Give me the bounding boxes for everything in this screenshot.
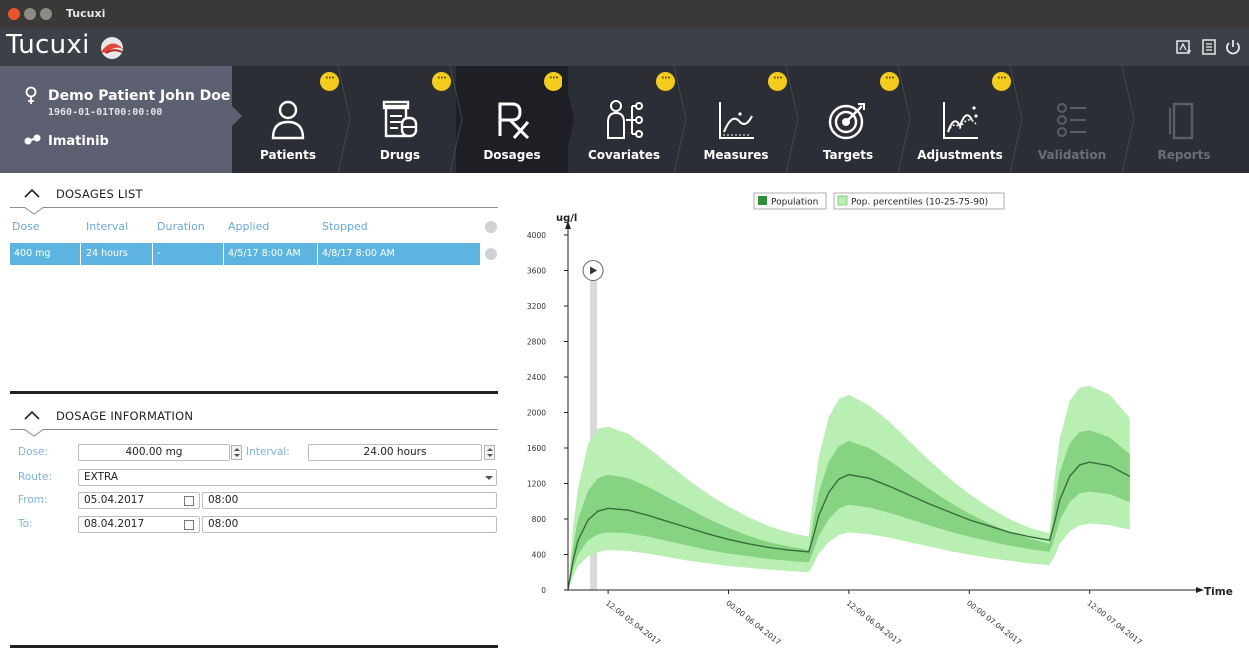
from-date-input[interactable]: 05.04.2017 [78,492,200,509]
from-label: From: [18,494,48,506]
interval-spinner[interactable] [484,445,495,460]
column-interval[interactable]: Interval [86,220,128,233]
legend-swatch-percentiles [837,195,848,206]
route-label: Route: [18,471,53,483]
y-tick-label: 400 [532,551,547,560]
y-tick-label: 2400 [527,373,546,382]
legend-label-percentiles: Pop. percentiles (10-25-75-90) [851,198,988,208]
x-tick-label: 00:00 07.04.2017 [965,598,1023,646]
y-tick-label: 0 [541,586,546,595]
chart-legend: Population Pop. percentiles (10-25-75-90… [753,192,1005,210]
cell-dose: 400 mg [14,248,51,259]
x-tick-label: 12:00 06.04.2017 [845,598,903,646]
to-time-input[interactable]: 08:00 [202,516,497,533]
y-tick-label: 1200 [527,480,546,489]
cell-stopped: 4/8/17 8:00 AM [322,248,395,259]
app-logo-text: Tucuxi [6,30,90,60]
dosages-list-header[interactable]: DOSAGES LIST [10,180,498,215]
collapse-caret-icon[interactable] [24,410,40,420]
x-tick-label: 12:00 07.04.2017 [1085,598,1143,646]
report-icon[interactable] [1175,38,1193,56]
dosage-information-header[interactable]: DOSAGE INFORMATION [10,402,498,437]
close-window-button[interactable] [8,8,20,20]
column-duration[interactable]: Duration [157,220,205,233]
y-tick-label: 3200 [527,302,546,311]
clear-all-icon[interactable] [485,221,497,233]
section-notch [24,207,44,215]
window-titlebar: Tucuxi [0,0,1249,28]
app-header: Tucuxi [0,28,1249,66]
tucuxi-window: Tucuxi Tucuxi Demo Patient John Doe 1960… [0,0,1249,653]
column-stopped[interactable]: Stopped [322,220,368,233]
concentration-chart[interactable]: Population Pop. percentiles (10-25-75-90… [510,185,1240,650]
section-divider [10,645,498,648]
y-tick-label: 4000 [527,231,546,240]
cell-duration: - [157,248,161,259]
chevron-down-icon[interactable] [485,476,493,481]
section-underline [10,207,498,208]
dose-label: Dose: [18,446,48,458]
cell-interval: 24 hours [86,248,128,259]
y-tick-label: 2000 [527,409,546,418]
calendar-icon[interactable] [184,496,194,506]
x-tick-label: 00:00 06.04.2017 [724,598,782,646]
cell-applied: 4/5/17 8:00 AM [228,248,301,259]
legend-swatch-population [758,196,767,205]
minimize-window-button[interactable] [24,8,36,20]
collapse-caret-icon[interactable] [24,188,40,198]
calendar-icon[interactable] [184,520,194,530]
y-tick-label: 800 [532,515,547,524]
x-tick-label: 12:00 05.04.2017 [604,598,662,646]
interval-label: Interval: [246,446,290,458]
section-notch [24,429,44,437]
cell-divider [80,243,81,265]
x-axis-label: Time [1204,586,1233,598]
tab-separators [337,66,1135,173]
power-icon[interactable] [1224,38,1242,56]
cell-divider [223,243,224,265]
legend-label-population: Population [771,198,818,208]
navigation-strip: Demo Patient John Doe 1960-01-01T00:00:0… [0,66,1249,173]
maximize-window-button[interactable] [40,8,52,20]
y-tick-label: 3600 [527,267,546,276]
dose-spinner[interactable] [231,445,242,460]
section-divider [10,391,498,394]
section-title: DOSAGE INFORMATION [56,409,194,423]
remove-row-icon[interactable] [485,248,497,260]
dose-input[interactable]: 400.00 mg [78,444,230,461]
interval-input[interactable]: 24.00 hours [308,444,482,461]
to-label: To: [18,518,33,530]
cell-divider [152,243,153,265]
y-tick-label: 1600 [527,444,546,453]
column-applied[interactable]: Applied [228,220,269,233]
section-underline [10,429,498,430]
to-date-input[interactable]: 08.04.2017 [78,516,200,533]
y-axis-label: ug/l [556,213,577,224]
window-title: Tucuxi [66,7,106,20]
chart-plot-area: 0 400 800 1200 1600 2000 2400 2800 3200 3600 4000 1… [527,221,1204,647]
cell-divider [317,243,318,265]
column-dose[interactable]: Dose [12,220,40,233]
notes-icon[interactable] [1200,38,1218,56]
route-select[interactable]: EXTRA [78,469,497,486]
dolphin-logo-icon [101,37,124,59]
from-time-input[interactable]: 08:00 [202,492,497,509]
y-tick-label: 2800 [527,338,546,347]
x-axis-arrow [1196,587,1204,593]
section-title: DOSAGES LIST [56,187,143,201]
